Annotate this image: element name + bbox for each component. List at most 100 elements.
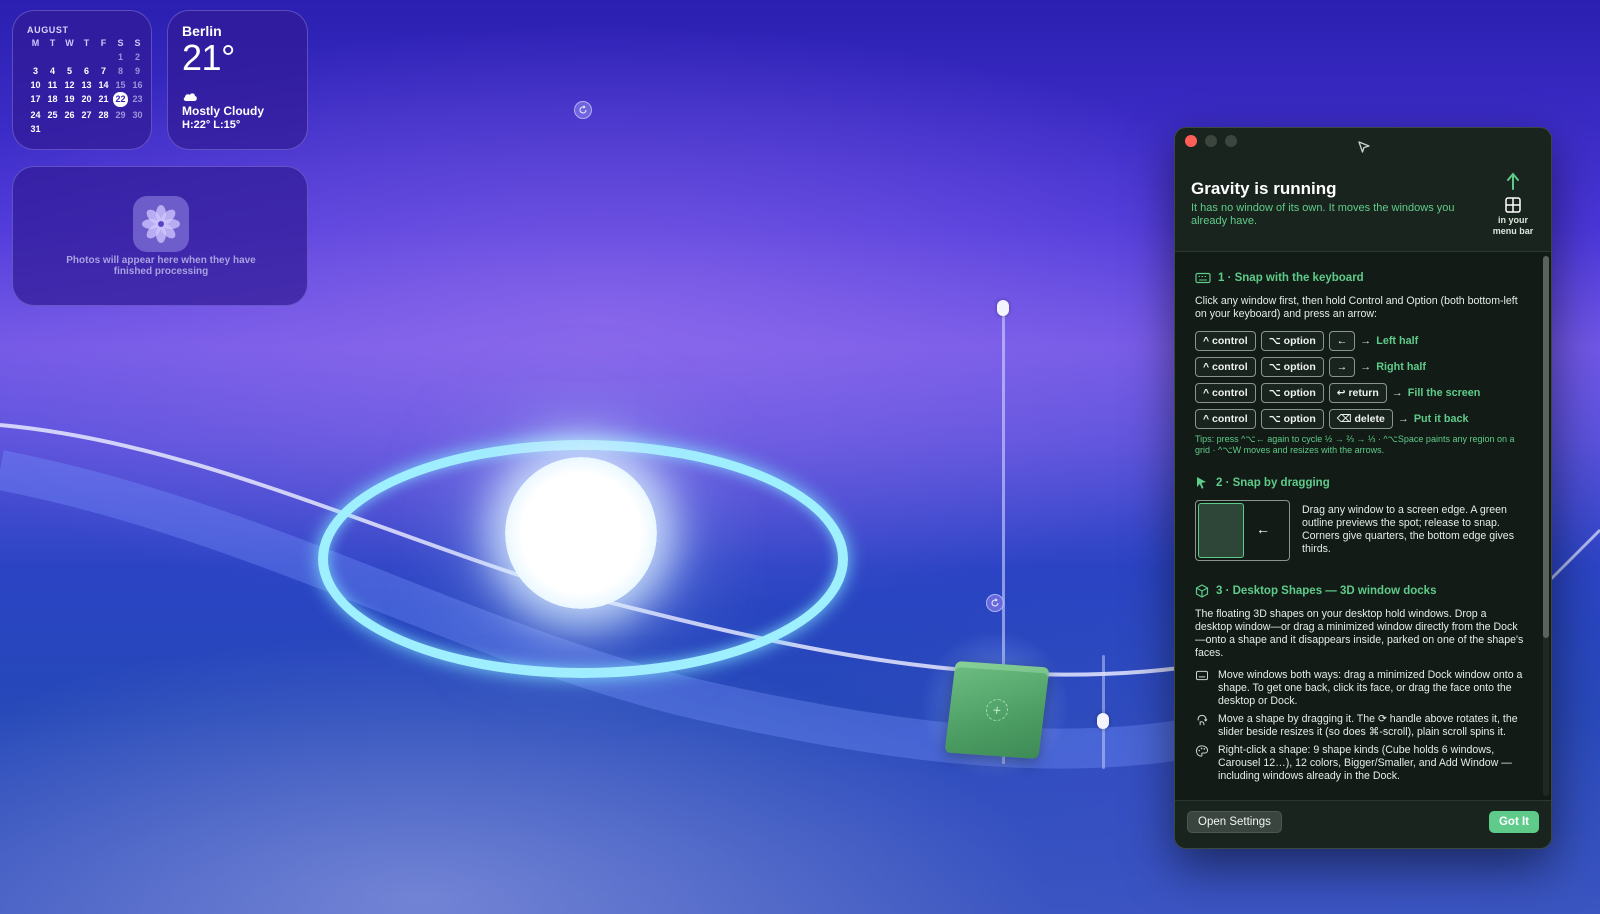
open-settings-button[interactable]: Open Settings (1187, 811, 1282, 833)
shortcut-row: ^ control ⌥ option ⌫ delete → Put it bac… (1195, 408, 1525, 429)
calendar-day: 16 (132, 80, 143, 90)
menubar-hint-label: in your menu bar (1492, 215, 1534, 236)
calendar-day: 31 (30, 124, 41, 134)
key-right-arrow: → (1328, 356, 1356, 377)
weekday-label: S (117, 38, 124, 48)
calendar-day: 6 (83, 66, 89, 76)
calendar-day: 15 (115, 80, 126, 90)
scrollbar-thumb[interactable] (1543, 256, 1549, 638)
result-arrow: → (1397, 412, 1409, 425)
ring-core-orb[interactable] (505, 457, 657, 609)
palette-icon (1195, 745, 1209, 757)
calendar-day: 19 (64, 94, 75, 104)
app-cursor-icon (1358, 141, 1370, 153)
shortcut-row: ^ control ⌥ option ↩ return → Fill the s… (1195, 382, 1525, 403)
section-drag-title: 2 · Snap by dragging (1216, 477, 1330, 489)
weather-condition: Mostly Cloudy (182, 104, 265, 118)
weekday-label: T (83, 38, 90, 48)
zoom-button[interactable] (1225, 135, 1237, 147)
cube-shape[interactable]: + (944, 661, 1050, 759)
calendar-day (78, 52, 95, 63)
bullet-text: Move windows both ways: drag a minimized… (1218, 669, 1523, 707)
close-button[interactable] (1185, 135, 1197, 147)
result-arrow: → (1391, 386, 1403, 399)
drag-demo-preview: ← (1195, 500, 1290, 561)
drag-cursor-icon (1197, 477, 1206, 489)
photos-message: Photos will appear here when they have f… (66, 255, 256, 277)
window-controls (1185, 135, 1237, 147)
shortcut-result: Fill the screen (1407, 386, 1481, 399)
arrow-up-icon (1507, 172, 1519, 190)
calendar-day: 14 (98, 80, 109, 90)
calendar-day: 2 (134, 52, 140, 62)
rotate-icon (579, 105, 587, 114)
list-item: Right-click a shape: 9 shape kinds (Cube… (1195, 744, 1525, 783)
weekday-label: T (49, 38, 56, 48)
calendar-day: 13 (81, 80, 92, 90)
calendar-day (61, 52, 78, 63)
calendar-day: 8 (117, 66, 123, 76)
cube-spin-slider-track[interactable] (1102, 655, 1105, 769)
shortcut-result: Put it back (1413, 412, 1469, 425)
calendar-day: 10 (30, 80, 41, 90)
calendar-day: 30 (132, 110, 143, 120)
section-shapes-heading: 3 · Desktop Shapes — 3D window docks (1195, 583, 1525, 599)
calendar-day: 12 (64, 80, 75, 90)
ring-rotate-handle[interactable] (574, 101, 592, 119)
calendar-day: 18 (47, 94, 58, 104)
calendar-day: 3 (32, 66, 38, 76)
shortcut-result: Right half (1376, 360, 1427, 373)
bullet-text: Right-click a shape: 9 shape kinds (Cube… (1218, 744, 1512, 782)
window-dock-icon (1195, 670, 1209, 681)
section-keyboard-intro: Click any window first, then hold Contro… (1195, 295, 1518, 320)
snap-preview-outline (1198, 503, 1244, 558)
calendar-day: 20 (81, 94, 92, 104)
result-arrow: → (1360, 360, 1372, 373)
calendar-grid: M T W T F S S 1 2 3 4 5 6 7 8 9 10 11 12… (27, 38, 151, 135)
bullet-text: Move a shape by dragging it. The ⟳ handl… (1218, 713, 1518, 738)
weather-high-low: H:22° L:15° (182, 119, 241, 131)
weekday-label: F (100, 38, 107, 48)
key-option: ⌥ option (1260, 330, 1324, 351)
key-delete: ⌫ delete (1328, 408, 1393, 429)
photos-widget[interactable]: Photos will appear here when they have f… (12, 166, 308, 306)
window-footer: Open Settings Got It (1175, 800, 1551, 848)
drag-explainer: ← Drag any window to a screen edge. A gr… (1195, 500, 1525, 561)
weekday-label: M (31, 38, 40, 48)
grid-icon (1505, 197, 1521, 213)
cube-rotate-handle[interactable] (986, 594, 1004, 612)
key-option: ⌥ option (1260, 382, 1324, 403)
calendar-day: 7 (100, 66, 106, 76)
key-control: ^ control (1195, 356, 1256, 377)
shapes-bullet-list: Move windows both ways: drag a minimized… (1195, 669, 1525, 783)
weekday-label: W (65, 38, 74, 48)
list-item: Move windows both ways: drag a minimized… (1195, 669, 1525, 708)
keyboard-icon (1195, 272, 1211, 284)
calendar-day: 24 (30, 110, 41, 120)
key-return: ↩ return (1328, 382, 1387, 403)
got-it-button[interactable]: Got It (1488, 811, 1539, 833)
window-subtitle: It has no window of its own. It moves th… (1191, 202, 1455, 227)
cube-icon (1195, 584, 1209, 598)
calendar-day (44, 52, 61, 63)
weather-widget[interactable]: Berlin 21° Mostly Cloudy H:22° L:15° (167, 10, 308, 150)
cloud-icon (183, 93, 197, 101)
shortcut-result: Left half (1376, 334, 1419, 347)
section-drag-text: Drag any window to a screen edge. A gree… (1302, 504, 1514, 555)
key-control: ^ control (1195, 408, 1256, 429)
minimize-button[interactable] (1205, 135, 1217, 147)
section-shapes-intro: The floating 3D shapes on your desktop h… (1195, 608, 1524, 659)
calendar-day: 23 (132, 94, 143, 104)
calendar-day: 27 (81, 110, 92, 120)
calendar-day: 4 (49, 66, 55, 76)
gravity-welcome-window: Gravity is running It has no window of i… (1174, 127, 1552, 849)
list-item: Move a shape by dragging it. The ⟳ handl… (1195, 713, 1525, 739)
key-control: ^ control (1195, 382, 1256, 403)
calendar-day (95, 52, 112, 63)
calendar-widget[interactable]: AUGUST M T W T F S S 1 2 3 4 5 6 7 8 9 1… (12, 10, 152, 150)
instructions-scroll-area[interactable]: 1 · Snap with the keyboard Click any win… (1175, 252, 1551, 800)
calendar-day: 25 (47, 110, 58, 120)
photos-flower-icon (133, 196, 189, 252)
cube-spin-slider-knob[interactable] (1097, 713, 1109, 729)
cube-size-slider-knob[interactable] (997, 300, 1009, 316)
